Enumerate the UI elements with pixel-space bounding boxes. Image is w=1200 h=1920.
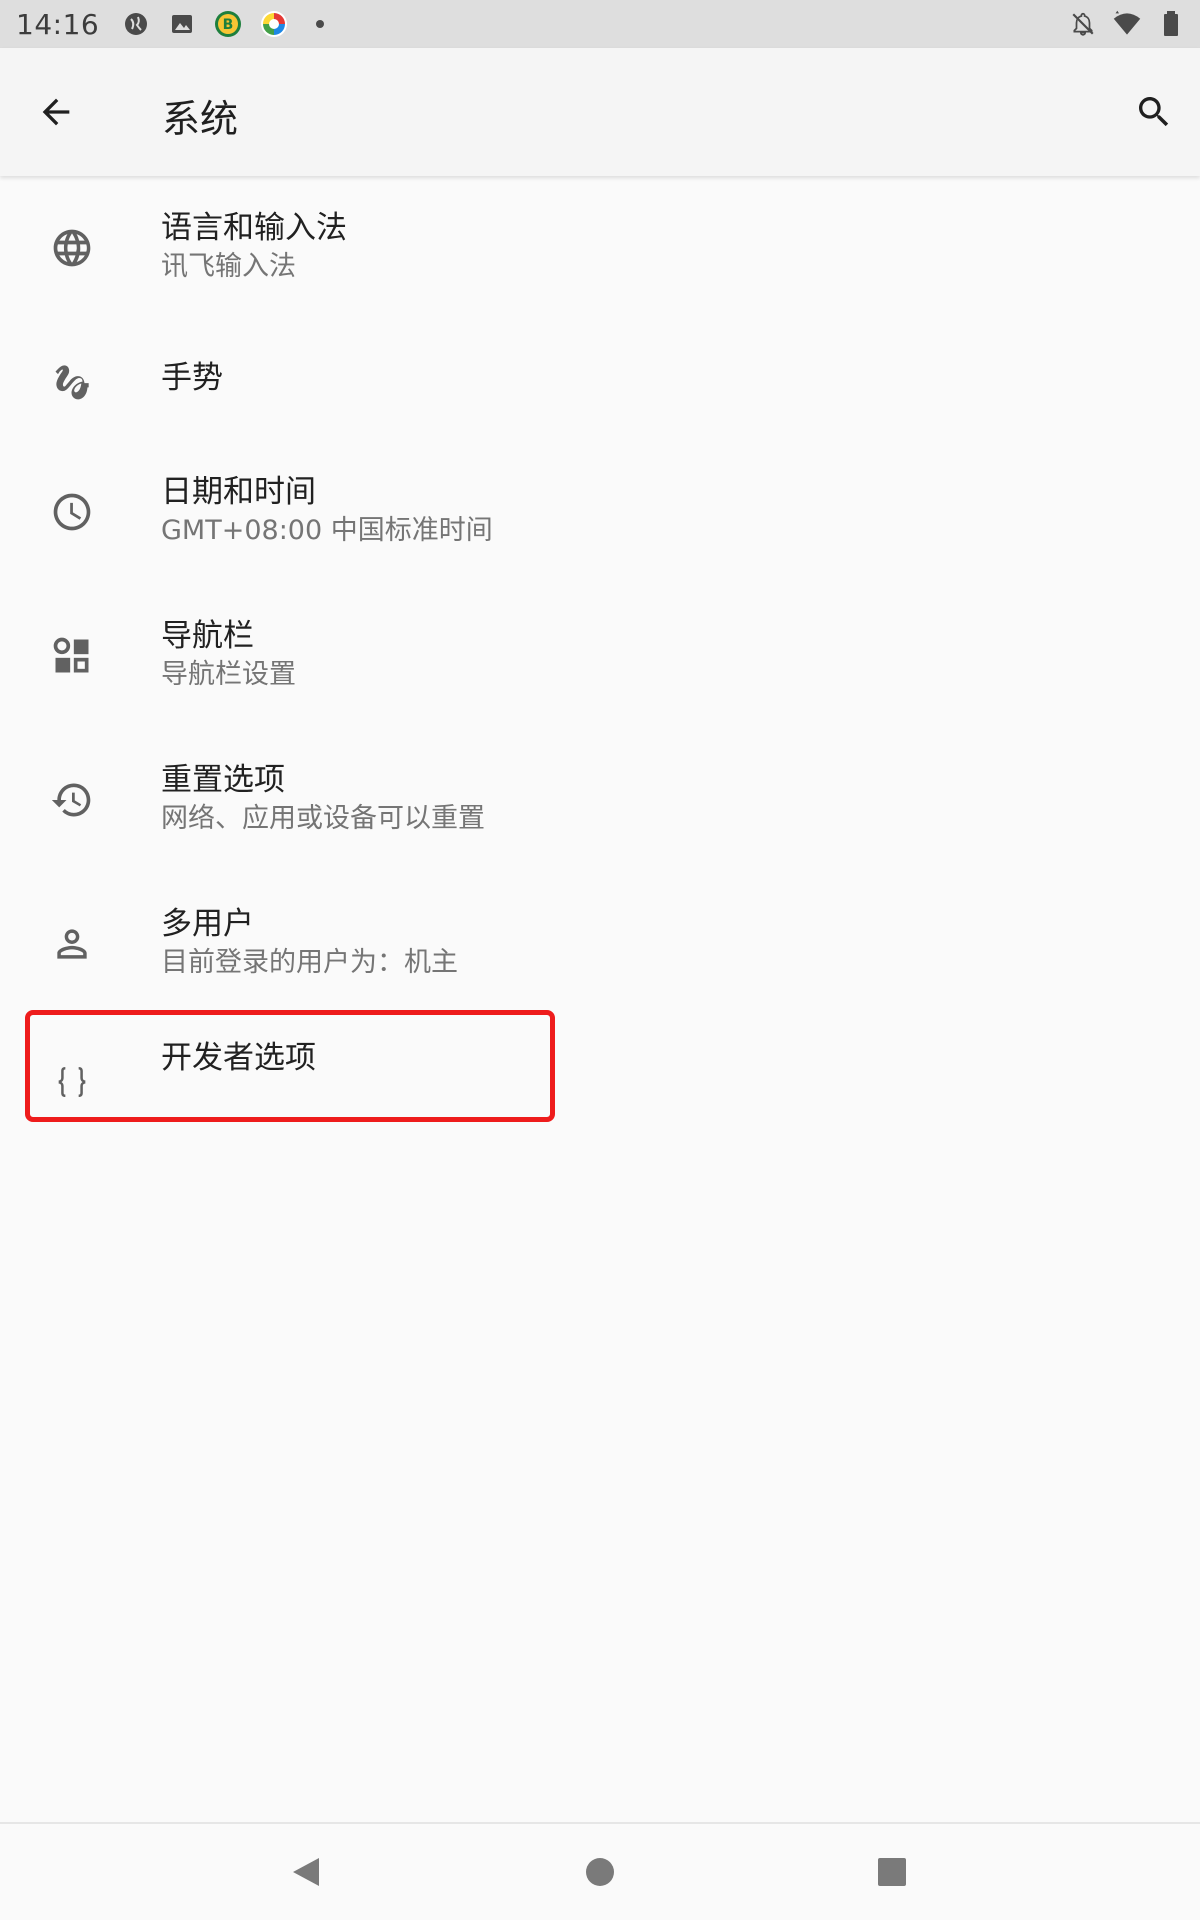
setting-subtitle: 网络、应用或设备可以重置 [161,803,485,834]
history-icon [48,776,96,824]
setting-item-text: 手势 [161,358,223,398]
app-icon-globe-drop [121,9,151,39]
more-dot-icon [305,9,335,39]
bitcoin-app-icon: B [213,9,243,39]
setting-title: 多用户 [161,906,254,942]
recents-square-icon[interactable] [864,1844,920,1900]
setting-item-language-input[interactable]: 语言和输入法 讯飞输入法 [0,176,1200,320]
image-icon [167,9,197,39]
status-time: 14:16 [16,7,100,41]
app-bar: 系统 [0,48,1200,176]
colorful-app-icon [259,9,289,39]
setting-item-gestures[interactable]: 手势 [0,320,1200,440]
setting-title: 重置选项 [161,762,285,798]
arrow-back-icon[interactable] [34,90,78,134]
setting-item-text: 多用户 目前登录的用户为：机主 [161,904,458,982]
back-triangle-icon[interactable] [278,1844,334,1900]
setting-title: 日期和时间 [161,474,316,510]
home-circle-icon[interactable] [572,1844,628,1900]
battery-icon [1156,9,1186,39]
setting-item-multiple-users[interactable]: 多用户 目前登录的用户为：机主 [0,872,1200,1016]
setting-item-text: 导航栏 导航栏设置 [161,616,296,694]
svg-text:B: B [223,17,234,33]
setting-subtitle: 目前登录的用户为：机主 [161,947,458,978]
setting-subtitle: 导航栏设置 [161,659,296,690]
status-right-icons [1068,0,1186,48]
wifi-icon [1112,9,1142,39]
person-icon [48,920,96,968]
page-title: 系统 [162,97,239,141]
setting-item-date-time[interactable]: 日期和时间 GMT+08:00 中国标准时间 [0,440,1200,584]
notifications-off-icon [1068,9,1098,39]
highlight-box [25,1010,555,1122]
globe-icon [48,224,96,272]
setting-item-text: 语言和输入法 讯飞输入法 [161,208,347,286]
setting-title: 手势 [161,360,223,396]
dashboard-icon [48,632,96,680]
setting-subtitle: 讯飞输入法 [161,251,296,282]
setting-title: 导航栏 [161,618,254,654]
system-nav-bar [0,1822,1200,1920]
clock-icon [48,488,96,536]
setting-subtitle: GMT+08:00 中国标准时间 [161,515,493,546]
status-bar: 14:16 B [0,0,1200,48]
search-icon[interactable] [1132,90,1176,134]
setting-title: 语言和输入法 [161,210,347,246]
gesture-icon [48,356,96,404]
setting-item-text: 重置选项 网络、应用或设备可以重置 [161,760,485,838]
setting-item-reset-options[interactable]: 重置选项 网络、应用或设备可以重置 [0,728,1200,872]
setting-item-text: 日期和时间 GMT+08:00 中国标准时间 [161,472,493,550]
setting-item-navigation-bar[interactable]: 导航栏 导航栏设置 [0,584,1200,728]
status-left-icons: B [121,9,335,39]
